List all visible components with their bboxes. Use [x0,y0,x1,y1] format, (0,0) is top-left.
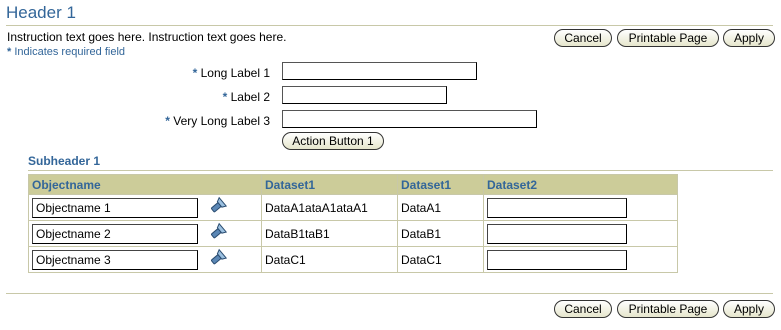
objectname-cell: Objectname 3 [28,246,262,273]
column-header-dataset1: Dataset1 [261,174,398,195]
objectname-cell: Objectname 1 [28,194,262,221]
required-star-icon: * [222,90,228,104]
required-star-icon: * [7,46,12,58]
required-field-note: * Indicates required field [7,46,125,58]
dataset2-input[interactable] [487,197,627,218]
dataset2-input[interactable] [487,223,627,244]
dataset1-cell: DataB1taB1 [261,220,398,247]
data-table: Objectname Dataset1 Dataset1 Dataset2 Ob… [28,174,678,273]
cancel-button[interactable]: Cancel [554,29,612,47]
long-label-1-input[interactable] [282,62,477,80]
subheader-title: Subheader 1 [28,154,101,168]
required-star-icon: * [165,114,170,128]
dataset2-cell [483,246,678,273]
long-label-1: * Long Label 1 [193,66,270,80]
table-row: Objectname 2 DataB1taB1 DataB1 [28,220,678,247]
very-long-label-3-input[interactable] [282,110,537,128]
dataset2-cell [483,194,678,221]
column-header-objectname: Objectname [28,174,262,195]
apply-button[interactable]: Apply [723,300,775,318]
cancel-button[interactable]: Cancel [554,300,612,318]
dataset1-b-cell: DataB1 [397,220,484,247]
dataset1-b-cell: DataA1 [397,194,484,221]
instruction-text: Instruction text goes here. Instruction … [7,30,287,44]
header-divider [6,25,773,26]
dataset1-b-cell: DataC1 [397,246,484,273]
objectname-cell: Objectname 2 [28,220,262,247]
printable-page-button[interactable]: Printable Page [617,29,719,47]
label-2-input[interactable] [282,86,447,104]
apply-button[interactable]: Apply [723,29,775,47]
dataset1-cell: DataC1 [261,246,398,273]
table-row: Objectname 3 DataC1 DataC1 [28,246,678,273]
table-row: Objectname 1 DataA1ataA1ataA1 DataA1 [28,194,678,221]
action-button-1[interactable]: Action Button 1 [282,132,384,150]
dataset2-cell [483,220,678,247]
flashlight-icon[interactable] [207,196,228,219]
required-star-icon: * [192,66,198,80]
label-2: * Label 2 [223,90,270,104]
table-header-row: Objectname Dataset1 Dataset1 Dataset2 [28,174,678,195]
footer-divider [6,293,773,294]
required-note-text: Indicates required field [14,46,126,58]
flashlight-icon[interactable] [207,248,228,271]
column-header-dataset1-b: Dataset1 [397,174,484,195]
objectname-input[interactable]: Objectname 2 [32,223,198,244]
objectname-input[interactable]: Objectname 1 [32,197,198,218]
objectname-input[interactable]: Objectname 3 [32,249,198,270]
long-label-1-text: Long Label 1 [200,66,270,80]
printable-page-button[interactable]: Printable Page [617,300,719,318]
very-long-label-3-text: Very Long Label 3 [173,114,270,128]
flashlight-icon[interactable] [207,222,228,245]
label-2-text: Label 2 [230,90,270,104]
subheader-divider [28,170,773,171]
dataset2-input[interactable] [487,249,627,270]
page-title: Header 1 [6,3,76,22]
very-long-label-3: * Very Long Label 3 [165,114,270,128]
dataset1-cell: DataA1ataA1ataA1 [261,194,398,221]
column-header-dataset2: Dataset2 [483,174,678,195]
